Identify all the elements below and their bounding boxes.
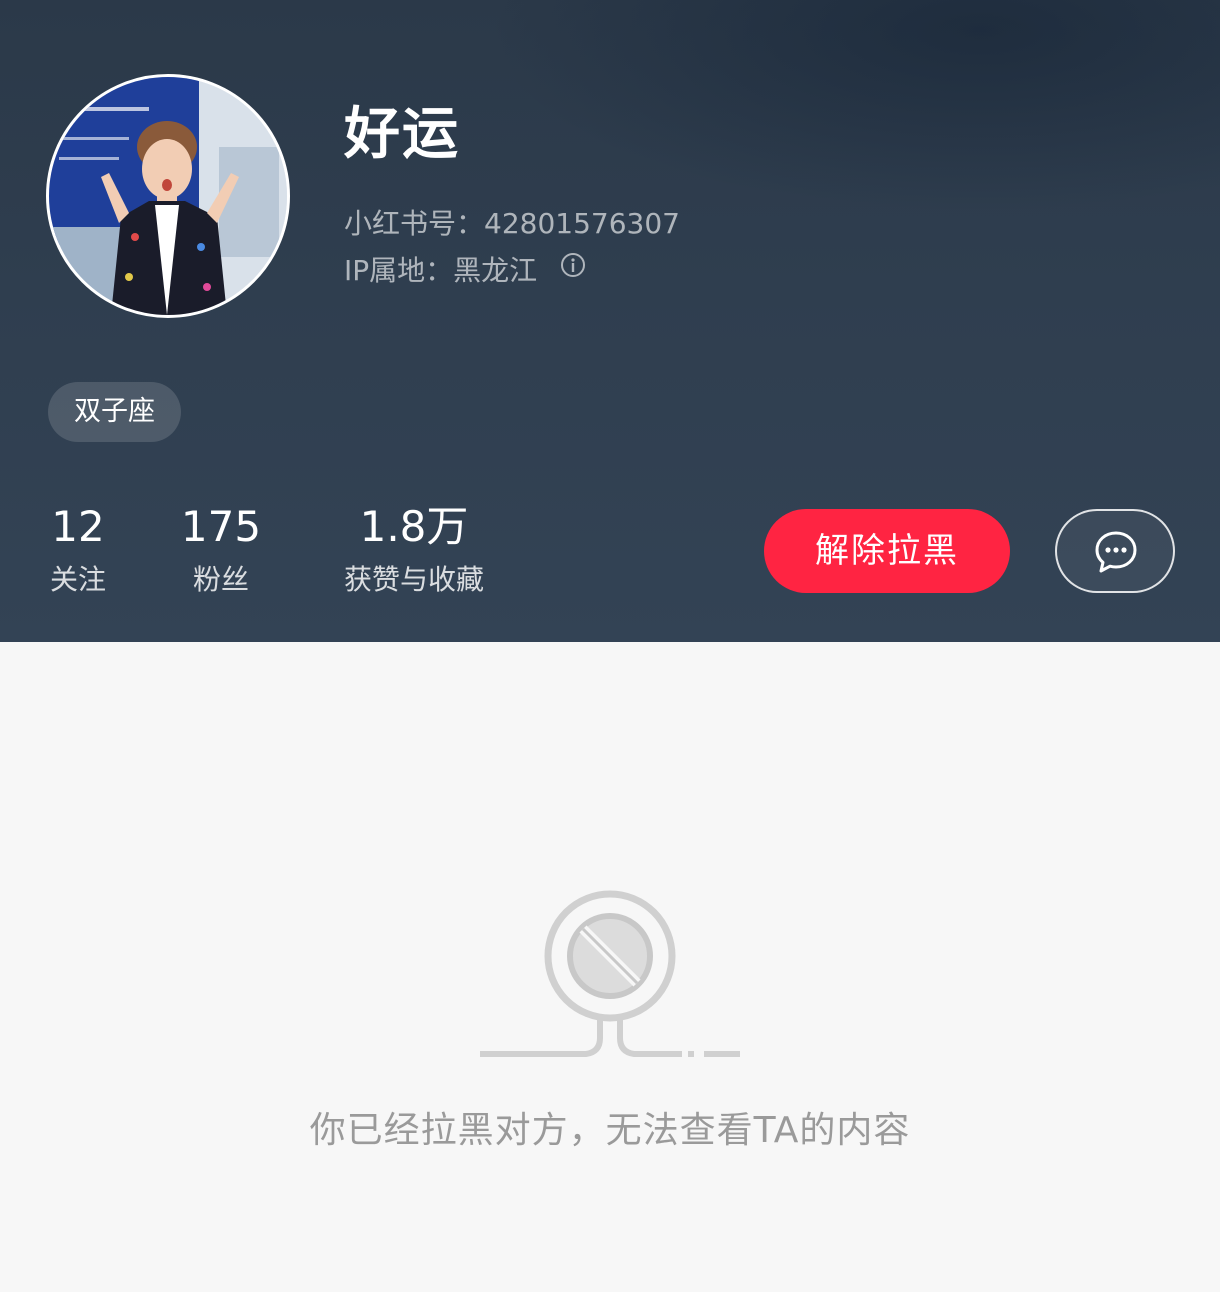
likes-count: 1.8万 (359, 502, 469, 551)
followers-count: 175 (180, 502, 262, 551)
following-label: 关注 (49, 563, 106, 596)
message-button[interactable] (1055, 509, 1175, 593)
profile-header: 好运 小红书号：42801576307 IP属地：黑龙江 双子座 12 关注 1… (0, 0, 1220, 642)
followers-label: 粉丝 (192, 563, 249, 596)
stat-likes-collects[interactable]: 1.8万 获赞与收藏 (326, 500, 502, 600)
ip-location: IP属地：黑龙江 (344, 254, 538, 287)
unblock-button[interactable]: 解除拉黑 (764, 509, 1010, 593)
blocked-sign-icon (470, 882, 750, 1066)
username: 好运 (344, 102, 460, 167)
avatar[interactable] (46, 74, 290, 318)
blocked-empty-state: 你已经拉黑对方，无法查看TA的内容 (0, 642, 1220, 1292)
ip-location-row: IP属地：黑龙江 (344, 251, 586, 291)
following-count: 12 (51, 502, 105, 551)
chat-bubble-icon (1095, 531, 1137, 573)
stat-following[interactable]: 12 关注 (40, 500, 116, 600)
stat-followers[interactable]: 175 粉丝 (176, 500, 266, 600)
info-icon[interactable] (560, 249, 586, 289)
zodiac-tag: 双子座 (48, 382, 181, 442)
account-id: 小红书号：42801576307 (344, 207, 680, 240)
likes-label: 获赞与收藏 (343, 563, 484, 596)
avatar-photo (49, 77, 287, 315)
blocked-message: 你已经拉黑对方，无法查看TA的内容 (309, 1110, 911, 1151)
